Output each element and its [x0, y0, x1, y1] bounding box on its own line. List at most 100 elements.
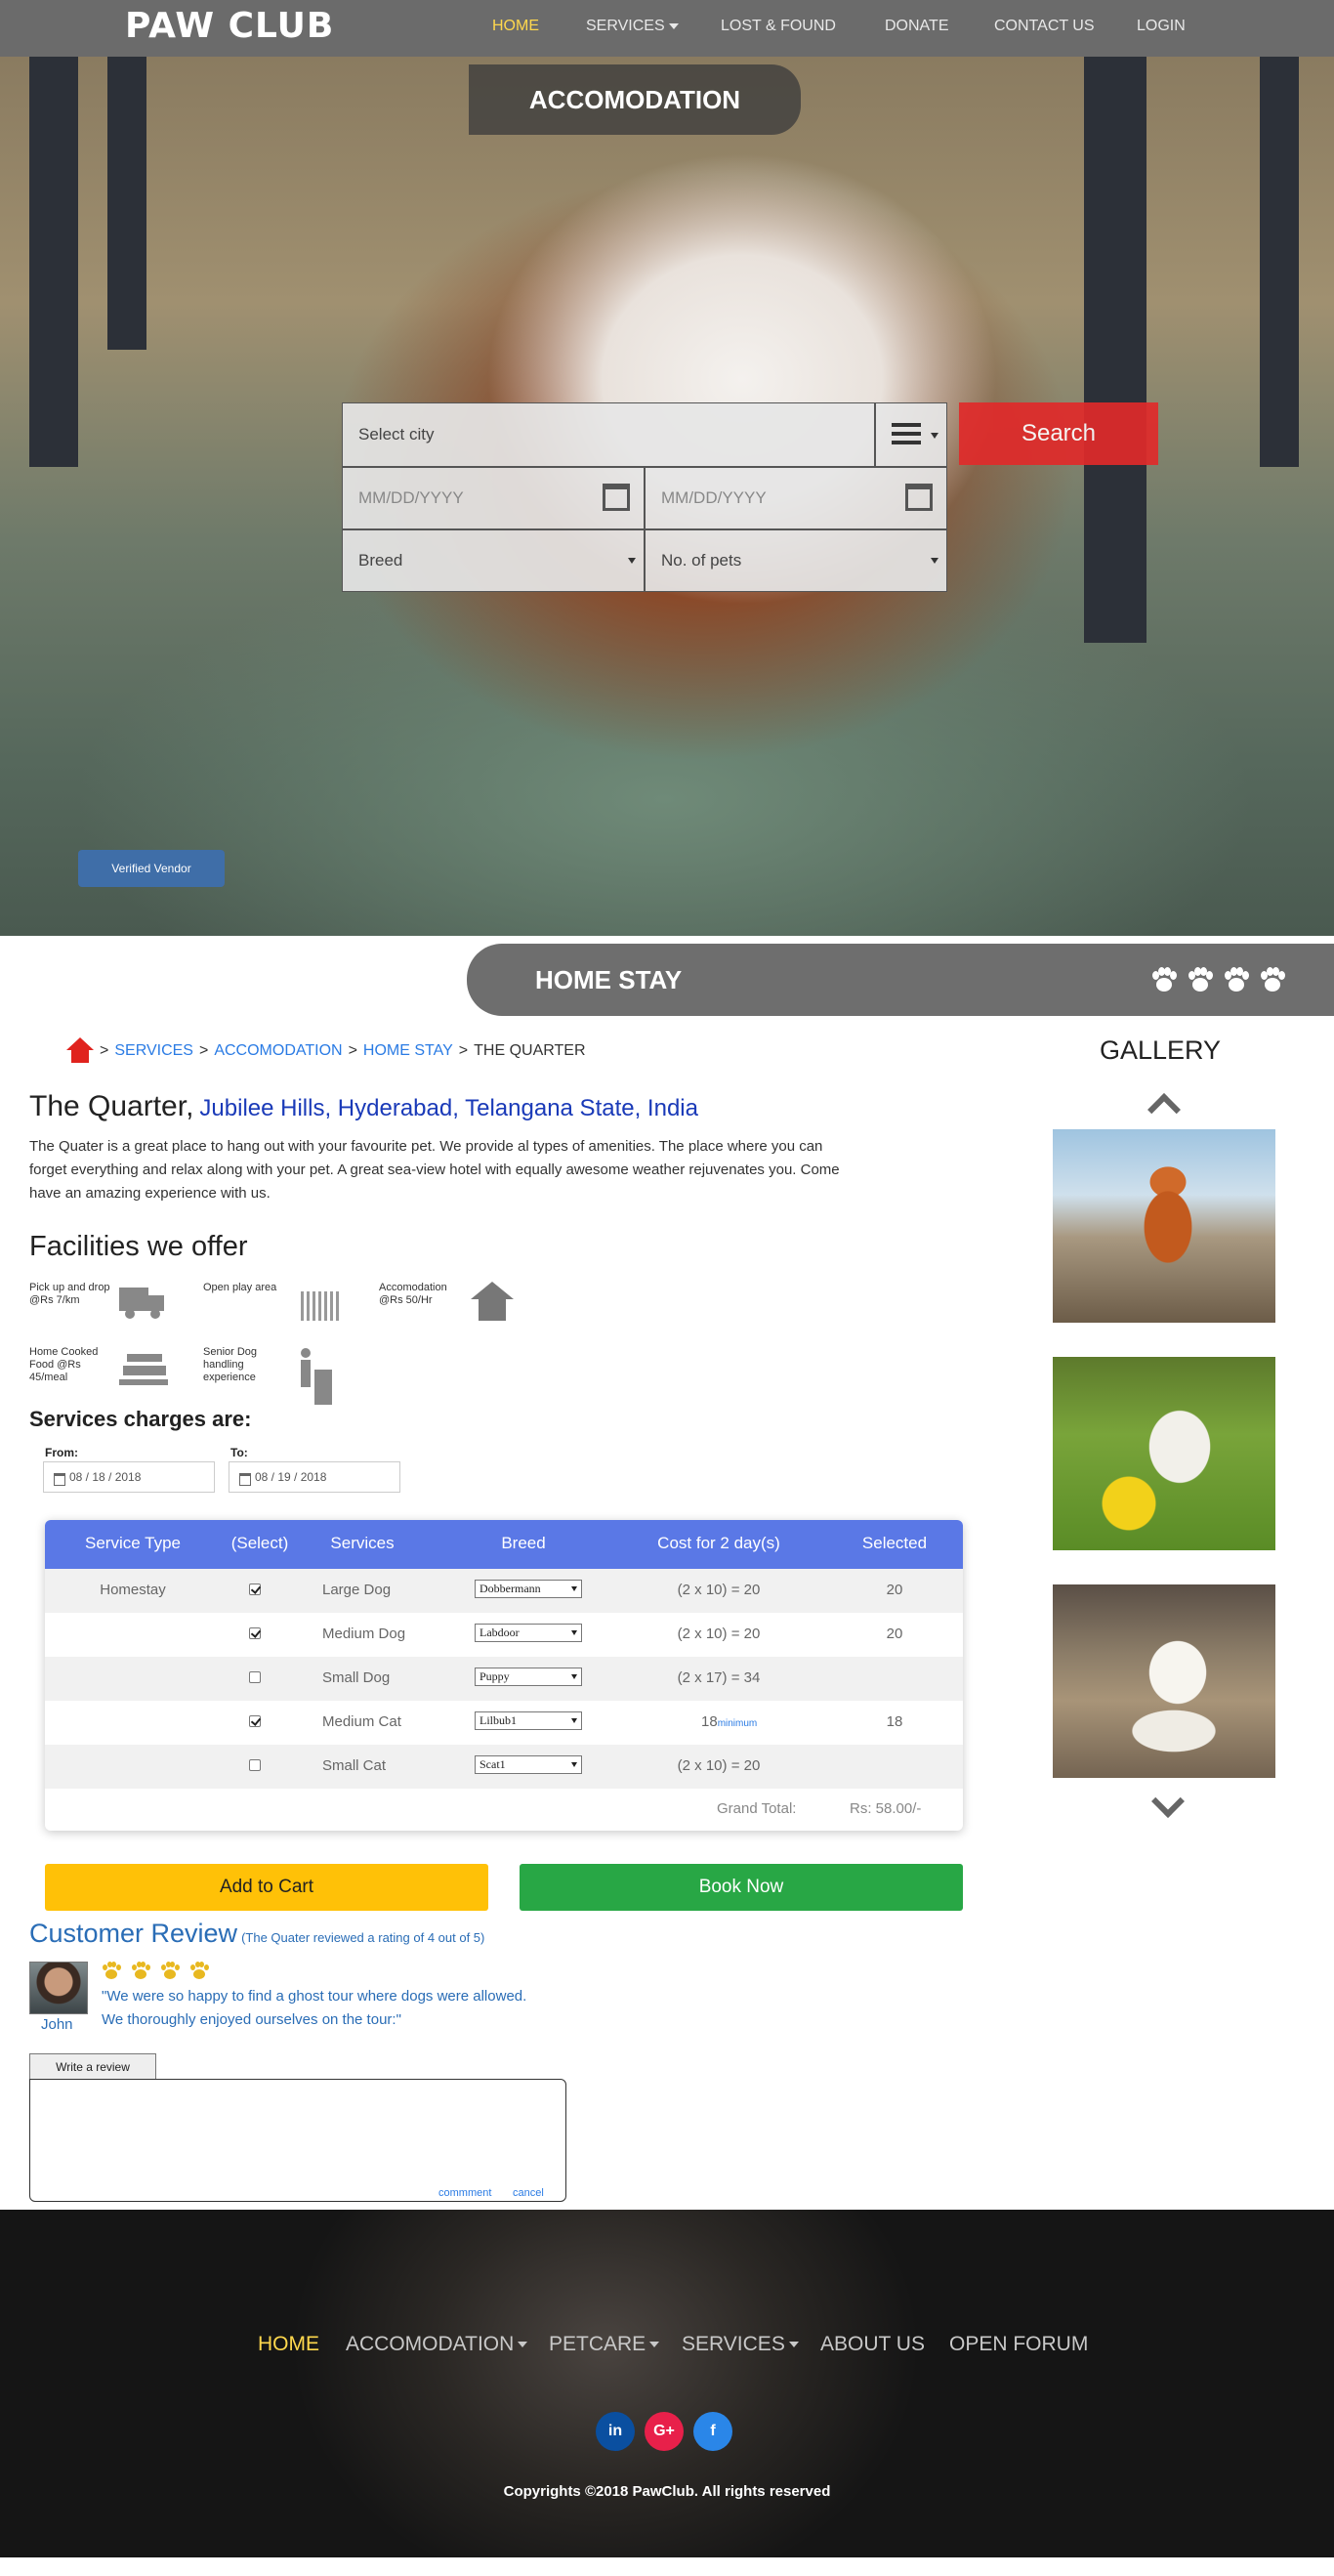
- top-navbar: PAW CLUB HOME SERVICES LOST & FOUND DONA…: [0, 0, 1334, 57]
- listing-name: The Quarter,: [29, 1090, 194, 1122]
- breadcrumb-sep: >: [458, 1042, 469, 1059]
- breadcrumb-current: THE QUARTER: [474, 1042, 586, 1059]
- nav-donate[interactable]: DONATE: [885, 18, 948, 35]
- select-checkbox[interactable]: [249, 1584, 261, 1595]
- paw-icon: [1259, 967, 1286, 994]
- date-from-input[interactable]: MM/DD/YYYY: [342, 467, 645, 529]
- homestay-title: HOME STAY: [535, 965, 683, 994]
- select-checkbox[interactable]: [249, 1627, 261, 1639]
- calendar-icon[interactable]: [603, 484, 630, 511]
- nav-contact[interactable]: CONTACT US: [994, 18, 1095, 35]
- service-cell: Small Cat: [322, 1757, 387, 1774]
- city-menu-button[interactable]: [875, 402, 947, 467]
- chair-leg: [29, 57, 78, 467]
- cost-cell: (2 x 10) = 20: [677, 1626, 761, 1642]
- reviewer-name[interactable]: John: [41, 2016, 73, 2033]
- review-textarea[interactable]: commment cancel: [29, 2079, 566, 2202]
- review-rating: [102, 1962, 214, 1985]
- footer-nav-label: PETCARE: [549, 2333, 646, 2355]
- gallery-image-bulldog[interactable]: [1053, 1357, 1275, 1550]
- listing-location[interactable]: Jubilee Hills, Hyderabad, Telangana Stat…: [199, 1095, 698, 1121]
- chevron-down-icon: [518, 2342, 528, 2348]
- paw-icon: [160, 1962, 181, 1981]
- cost-cell: 18minimum: [701, 1713, 757, 1730]
- select-checkbox[interactable]: [249, 1715, 261, 1727]
- facility-item: Senior Dog handling experience: [203, 1346, 359, 1393]
- gallery-image-puppy[interactable]: [1053, 1584, 1275, 1778]
- breadcrumb: > SERVICES > ACCOMODATION > HOME STAY > …: [66, 1037, 586, 1065]
- site-logo[interactable]: PAW CLUB: [125, 6, 334, 46]
- select-checkbox[interactable]: [249, 1759, 261, 1771]
- write-review-tab[interactable]: Write a review: [29, 2053, 156, 2079]
- search-button[interactable]: Search: [959, 402, 1158, 465]
- chair-leg: [1260, 57, 1299, 467]
- linkedin-icon[interactable]: in: [596, 2412, 635, 2451]
- breadcrumb-accomodation[interactable]: ACCOMODATION: [214, 1042, 342, 1060]
- rating-paws: [1150, 967, 1290, 998]
- to-date-input[interactable]: 08 / 19 / 2018: [229, 1461, 400, 1493]
- nav-home[interactable]: HOME: [492, 18, 539, 35]
- service-cell: Small Dog: [322, 1669, 391, 1686]
- date-to-input[interactable]: MM/DD/YYYY: [645, 467, 947, 529]
- facility-item: Accomodation @Rs 50/Hr: [379, 1282, 535, 1329]
- cost-cell: (2 x 10) = 20: [677, 1582, 761, 1598]
- grass-icon: [293, 1282, 342, 1325]
- breed-select[interactable]: Scat1: [475, 1755, 582, 1774]
- footer-nav-petcare[interactable]: PETCARE: [549, 2333, 660, 2356]
- footer-nav-about[interactable]: ABOUT US: [820, 2333, 925, 2356]
- chair-leg: [107, 57, 146, 350]
- pets-count-select[interactable]: No. of pets: [645, 529, 947, 592]
- city-select[interactable]: Select city: [342, 402, 875, 467]
- paw-icon: [189, 1962, 210, 1981]
- header-service-type: Service Type: [85, 1534, 181, 1552]
- cost-value: 18: [701, 1713, 718, 1730]
- footer-nav-forum[interactable]: OPEN FORUM: [949, 2333, 1088, 2356]
- service-cell: Large Dog: [322, 1582, 392, 1598]
- breed-select[interactable]: Labdoor: [475, 1624, 582, 1642]
- verified-vendor-badge[interactable]: Verified Vendor: [78, 850, 225, 887]
- book-now-button[interactable]: Book Now: [520, 1864, 963, 1911]
- breed-select[interactable]: Lilbub1: [475, 1711, 582, 1730]
- chevron-down-icon: [649, 2342, 660, 2348]
- breed-label: Breed: [358, 551, 403, 570]
- footer-nav-services[interactable]: SERVICES: [682, 2333, 799, 2356]
- breadcrumb-services[interactable]: SERVICES: [114, 1042, 193, 1060]
- from-date-input[interactable]: 08 / 18 / 2018: [43, 1461, 215, 1493]
- breed-select[interactable]: Puppy: [475, 1668, 582, 1686]
- add-to-cart-button[interactable]: Add to Cart: [45, 1864, 488, 1911]
- footer-nav-home[interactable]: HOME: [258, 2333, 319, 2356]
- chevron-down-icon: [931, 558, 938, 564]
- grand-total-label: Grand Total:: [717, 1800, 797, 1817]
- calendar-icon[interactable]: [905, 484, 933, 511]
- services-charges-title: Services charges are:: [29, 1407, 252, 1431]
- nav-login[interactable]: LOGIN: [1137, 18, 1186, 35]
- google-plus-icon[interactable]: G+: [645, 2412, 684, 2451]
- chevron-down-icon[interactable]: [1151, 1785, 1185, 1818]
- breadcrumb-sep: >: [348, 1042, 357, 1059]
- footer-nav-accomodation[interactable]: ACCOMODATION: [346, 2333, 528, 2356]
- nav-lost-found[interactable]: LOST & FOUND: [721, 18, 836, 35]
- chevron-down-icon: [668, 22, 679, 29]
- home-icon[interactable]: [66, 1037, 94, 1065]
- select-checkbox[interactable]: [249, 1671, 261, 1683]
- cancel-link[interactable]: cancel: [513, 2187, 544, 2199]
- table-header: Service Type (Select) Services Breed Cos…: [45, 1520, 963, 1569]
- nav-services[interactable]: SERVICES: [586, 18, 679, 35]
- breed-select[interactable]: Dobbermann: [475, 1580, 582, 1598]
- to-label: To:: [230, 1446, 248, 1459]
- comment-link[interactable]: commment: [438, 2187, 491, 2199]
- breed-select[interactable]: Breed: [342, 529, 645, 592]
- pets-label: No. of pets: [661, 551, 742, 570]
- breadcrumb-homestay[interactable]: HOME STAY: [363, 1042, 453, 1060]
- service-cell: Medium Cat: [322, 1713, 401, 1730]
- facility-label: Accomodation @Rs 50/Hr: [379, 1282, 447, 1306]
- footer: HOME ACCOMODATION PETCARE SERVICES ABOUT…: [0, 2210, 1334, 2557]
- gallery-image-spaniel[interactable]: [1053, 1129, 1275, 1323]
- facebook-icon[interactable]: f: [693, 2412, 732, 2451]
- review-summary: (The Quater reviewed a rating of 4 out o…: [241, 1930, 485, 1945]
- chevron-up-icon[interactable]: [1147, 1093, 1181, 1126]
- chair-leg: [1084, 57, 1146, 643]
- date-to-placeholder: MM/DD/YYYY: [661, 488, 767, 507]
- facility-label: Pick up and drop @Rs 7/km: [29, 1282, 110, 1306]
- services-table: Service Type (Select) Services Breed Cos…: [45, 1520, 963, 1831]
